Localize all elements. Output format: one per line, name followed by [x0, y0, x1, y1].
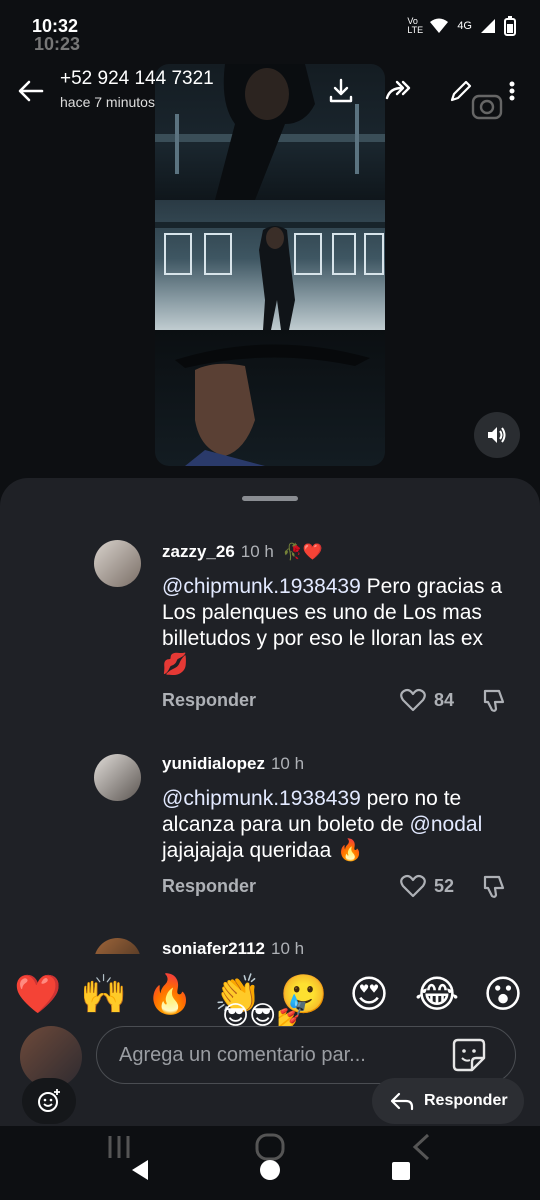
nav-back-icon[interactable]	[128, 1158, 152, 1182]
emoji-surprised-button[interactable]: 😮	[480, 972, 526, 1018]
comment-time: 10 h	[270, 754, 305, 773]
media-preview[interactable]	[155, 64, 385, 466]
camera-icon[interactable]	[470, 88, 504, 122]
emoji-laughing-button[interactable]: 😂	[414, 972, 460, 1018]
reply-pill-label: Responder	[424, 1092, 508, 1109]
download-icon[interactable]	[326, 76, 356, 106]
comment-time: 10 h	[240, 542, 274, 561]
reply-button[interactable]: Responder	[162, 690, 256, 711]
sound-toggle-button[interactable]	[474, 412, 520, 458]
status-time-ghost: 10:23	[34, 34, 81, 54]
emoji-fire-button[interactable]: 🔥	[146, 972, 193, 1018]
sticker-icon[interactable]	[450, 1036, 488, 1074]
volume-icon	[488, 427, 506, 443]
comment-username[interactable]: zazzy_26 10 h 🥀❤️	[162, 542, 322, 562]
mention-link[interactable]: @chipmunk.1938439	[162, 787, 361, 810]
reply-button[interactable]: Responder	[162, 876, 256, 897]
heart-icon	[400, 688, 426, 712]
comment-text: @chipmunk.1938439 pero no te alcanza par…	[162, 787, 483, 862]
nav-home-icon[interactable]	[258, 1158, 282, 1182]
more-vert-icon[interactable]	[500, 76, 524, 106]
smiley-plus-icon	[38, 1089, 60, 1112]
signal-icon	[481, 19, 495, 33]
reply-arrow-icon	[390, 1092, 414, 1111]
recents-ghost-icon	[108, 1136, 130, 1158]
comment-username[interactable]: yunidialopez 10 h	[162, 754, 304, 774]
chat-header: +52 924 144 7321 hace 7 minutos	[0, 58, 540, 124]
like-count: 84	[434, 689, 455, 710]
like-button[interactable]: 52	[400, 874, 454, 898]
sheet-drag-handle[interactable]	[242, 496, 298, 501]
avatar[interactable]	[94, 540, 141, 587]
volte-label: Vo LTE	[407, 16, 424, 35]
emoji-raised-hands-button[interactable]: 🙌	[80, 972, 127, 1018]
status-bar: 10:32 10:23 Vo LTE 4G	[0, 0, 540, 58]
reply-pill-button[interactable]: Responder	[372, 1078, 524, 1124]
wifi-icon	[430, 18, 449, 33]
battery-icon	[504, 16, 516, 36]
emoji-heart-button[interactable]: ❤️	[14, 972, 61, 1018]
dislike-icon[interactable]	[480, 688, 506, 714]
user-badge: 🥀❤️	[282, 544, 323, 561]
dislike-icon[interactable]	[480, 874, 506, 900]
status-icons: Vo LTE 4G	[407, 16, 516, 36]
like-count: 52	[434, 875, 455, 896]
system-nav-bar	[0, 1126, 540, 1200]
media-frame-3	[155, 330, 385, 466]
media-frame-2	[155, 200, 385, 330]
emoji-heart-eyes-button[interactable]: 😍	[346, 972, 392, 1018]
emoji-picker-button[interactable]	[22, 1078, 76, 1124]
back-ghost-icon	[412, 1133, 430, 1161]
forward-icon[interactable]	[384, 76, 414, 106]
last-seen: hace 7 minutos	[60, 94, 155, 110]
like-button[interactable]: 84	[400, 688, 454, 712]
mention-link[interactable]: @chipmunk.1938439	[162, 575, 361, 598]
contact-name[interactable]: +52 924 144 7321	[60, 68, 214, 90]
back-arrow-icon[interactable]	[16, 76, 46, 106]
mention-link[interactable]: @nodal	[410, 813, 483, 836]
heart-icon	[400, 874, 426, 898]
nav-recents-icon[interactable]	[390, 1160, 412, 1182]
comment-text: @chipmunk.1938439 Pero gracias a Los pal…	[162, 575, 503, 676]
avatar[interactable]	[94, 754, 141, 801]
network-label: 4G	[457, 20, 472, 32]
